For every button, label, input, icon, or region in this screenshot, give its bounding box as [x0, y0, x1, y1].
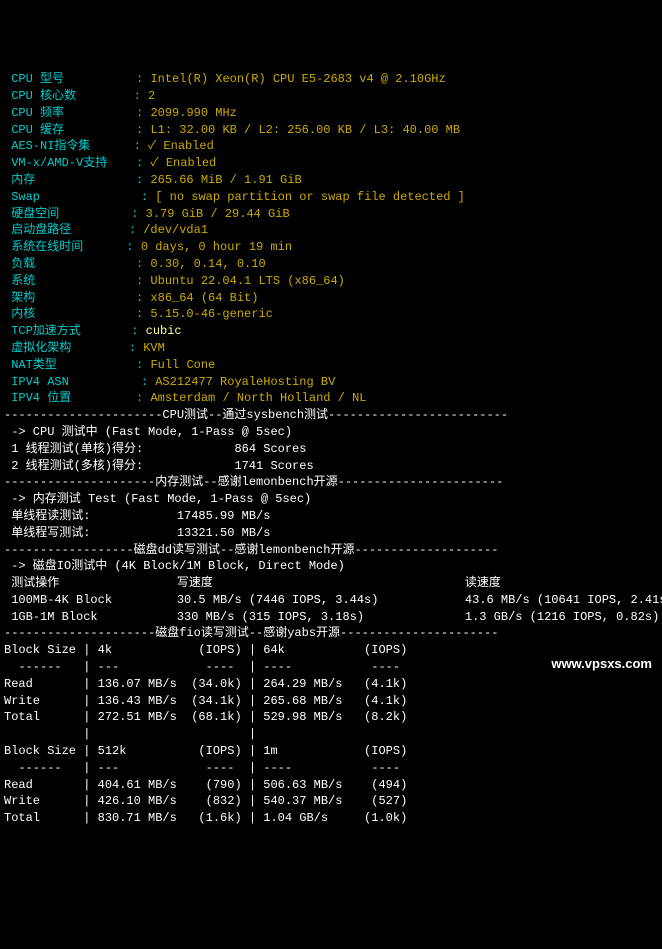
vmx-label: VM-x/AMD-V支持 — [4, 156, 107, 170]
virt-value: KVM — [143, 341, 165, 355]
mem-read-value: 17485.99 MB/s — [177, 509, 271, 523]
asn-label: IPV4 ASN — [4, 375, 69, 389]
mem-write-value: 13321.50 MB/s — [177, 526, 271, 540]
fio-read2: Read | 404.61 MB/s (790) | 506.63 MB/s (… — [4, 778, 407, 792]
dd-row1-read: 43.6 MB/s (10641 IOPS, 2.41s) — [465, 593, 662, 607]
loc-value: Amsterdam / North Holland / NL — [150, 391, 366, 405]
cpu-cache-value: L1: 32.00 KB / L2: 256.00 KB / L3: 40.00… — [150, 123, 460, 137]
terminal-output: CPU 型号 : Intel(R) Xeon(R) CPU E5-2683 v4… — [4, 71, 658, 827]
mem-write-label: 单线程写测试: — [4, 526, 90, 540]
asn-value: AS212477 RoyaleHosting BV — [155, 375, 335, 389]
dd-col-op: 测试操作 — [4, 576, 59, 590]
cpu-freq-label: CPU 频率 — [4, 106, 64, 120]
nat-value: Full Cone — [150, 358, 215, 372]
cpu-cores-value: 2 — [148, 89, 155, 103]
aes-label: AES-NI指令集 — [4, 139, 90, 153]
tcp-label: TCP加速方式 — [4, 324, 81, 338]
mem-read-label: 单线程读测试: — [4, 509, 90, 523]
mem-test-mode: -> 内存测试 Test (Fast Mode, 1-Pass @ 5sec) — [4, 492, 311, 506]
swap-value: [ no swap partition or swap file detecte… — [155, 190, 465, 204]
cpu-multi-value: 1741 Scores — [234, 459, 313, 473]
load-value: 0.30, 0.14, 0.10 — [150, 257, 265, 271]
swap-label: Swap — [4, 190, 40, 204]
boot-label: 启动盘路径 — [4, 223, 71, 237]
cpu-single-label: 1 线程测试(单核)得分: — [4, 442, 143, 456]
mem-test-header: ---------------------内存测试--感谢lemonbench开… — [4, 475, 503, 489]
watermark: www.vpsxs.com — [551, 655, 652, 673]
arch-value: x86_64 (64 Bit) — [150, 291, 258, 305]
uptime-label: 系统在线时间 — [4, 240, 83, 254]
fio-write2: Write | 426.10 MB/s (832) | 540.37 MB/s … — [4, 794, 407, 808]
nat-label: NAT类型 — [4, 358, 57, 372]
fio-dash2: ------ | --- ---- | ---- ---- — [4, 761, 400, 775]
mem-label: 内存 — [4, 173, 35, 187]
arch-label: 架构 — [4, 291, 35, 305]
mem-value: 265.66 MiB / 1.91 GiB — [150, 173, 301, 187]
cpu-multi-label: 2 线程测试(多核)得分: — [4, 459, 143, 473]
boot-value: /dev/vda1 — [143, 223, 208, 237]
dd-test-mode: -> 磁盘IO测试中 (4K Block/1M Block, Direct Mo… — [4, 559, 345, 573]
fio-hdr2: Block Size | 512k (IOPS) | 1m (IOPS) — [4, 744, 407, 758]
fio-total2: Total | 830.71 MB/s (1.6k) | 1.04 GB/s (… — [4, 811, 407, 825]
disk-value: 3.79 GiB / 29.44 GiB — [146, 207, 290, 221]
os-label: 系统 — [4, 274, 35, 288]
load-label: 负载 — [4, 257, 35, 271]
dd-row1-write: 30.5 MB/s (7446 IOPS, 3.44s) — [177, 593, 379, 607]
cpu-single-value: 864 Scores — [234, 442, 306, 456]
kernel-label: 内核 — [4, 307, 35, 321]
fio-blank: | | — [4, 727, 256, 741]
tcp-value: cubic — [146, 324, 182, 338]
cpu-test-mode: -> CPU 测试中 (Fast Mode, 1-Pass @ 5sec) — [4, 425, 292, 439]
loc-label: IPV4 位置 — [4, 391, 71, 405]
cpu-freq-value: 2099.990 MHz — [150, 106, 236, 120]
cpu-cache-label: CPU 缓存 — [4, 123, 64, 137]
dd-row1-op: 100MB-4K Block — [4, 593, 112, 607]
cpu-model-label: CPU 型号 — [4, 72, 64, 86]
fio-hdr1: Block Size | 4k (IOPS) | 64k (IOPS) — [4, 643, 407, 657]
virt-label: 虚拟化架构 — [4, 341, 71, 355]
os-value: Ubuntu 22.04.1 LTS (x86_64) — [150, 274, 344, 288]
fio-test-header: ---------------------磁盘fio读写测试--感谢yabs开源… — [4, 626, 498, 640]
aes-value: ✓ Enabled — [148, 139, 214, 153]
cpu-model-value: Intel(R) Xeon(R) CPU E5-2683 v4 @ 2.10GH… — [150, 72, 445, 86]
dd-col-write: 写速度 — [177, 576, 213, 590]
kernel-value: 5.15.0-46-generic — [150, 307, 272, 321]
dd-row2-read: 1.3 GB/s (1216 IOPS, 0.82s) — [465, 610, 659, 624]
cpu-cores-label: CPU 核心数 — [4, 89, 76, 103]
uptime-value: 0 days, 0 hour 19 min — [141, 240, 292, 254]
fio-write1: Write | 136.43 MB/s (34.1k) | 265.68 MB/… — [4, 694, 407, 708]
disk-label: 硬盘空间 — [4, 207, 59, 221]
dd-row2-write: 330 MB/s (315 IOPS, 3.18s) — [177, 610, 364, 624]
dd-col-read: 读速度 — [465, 576, 501, 590]
dd-test-header: ------------------磁盘dd读写测试--感谢lemonbench… — [4, 543, 498, 557]
fio-dash: ------ | --- ---- | ---- ---- — [4, 660, 400, 674]
cpu-test-header: ----------------------CPU测试--通过sysbench测… — [4, 408, 508, 422]
dd-row2-op: 1GB-1M Block — [4, 610, 98, 624]
fio-total1: Total | 272.51 MB/s (68.1k) | 529.98 MB/… — [4, 710, 407, 724]
vmx-value: ✓ Enabled — [150, 156, 216, 170]
